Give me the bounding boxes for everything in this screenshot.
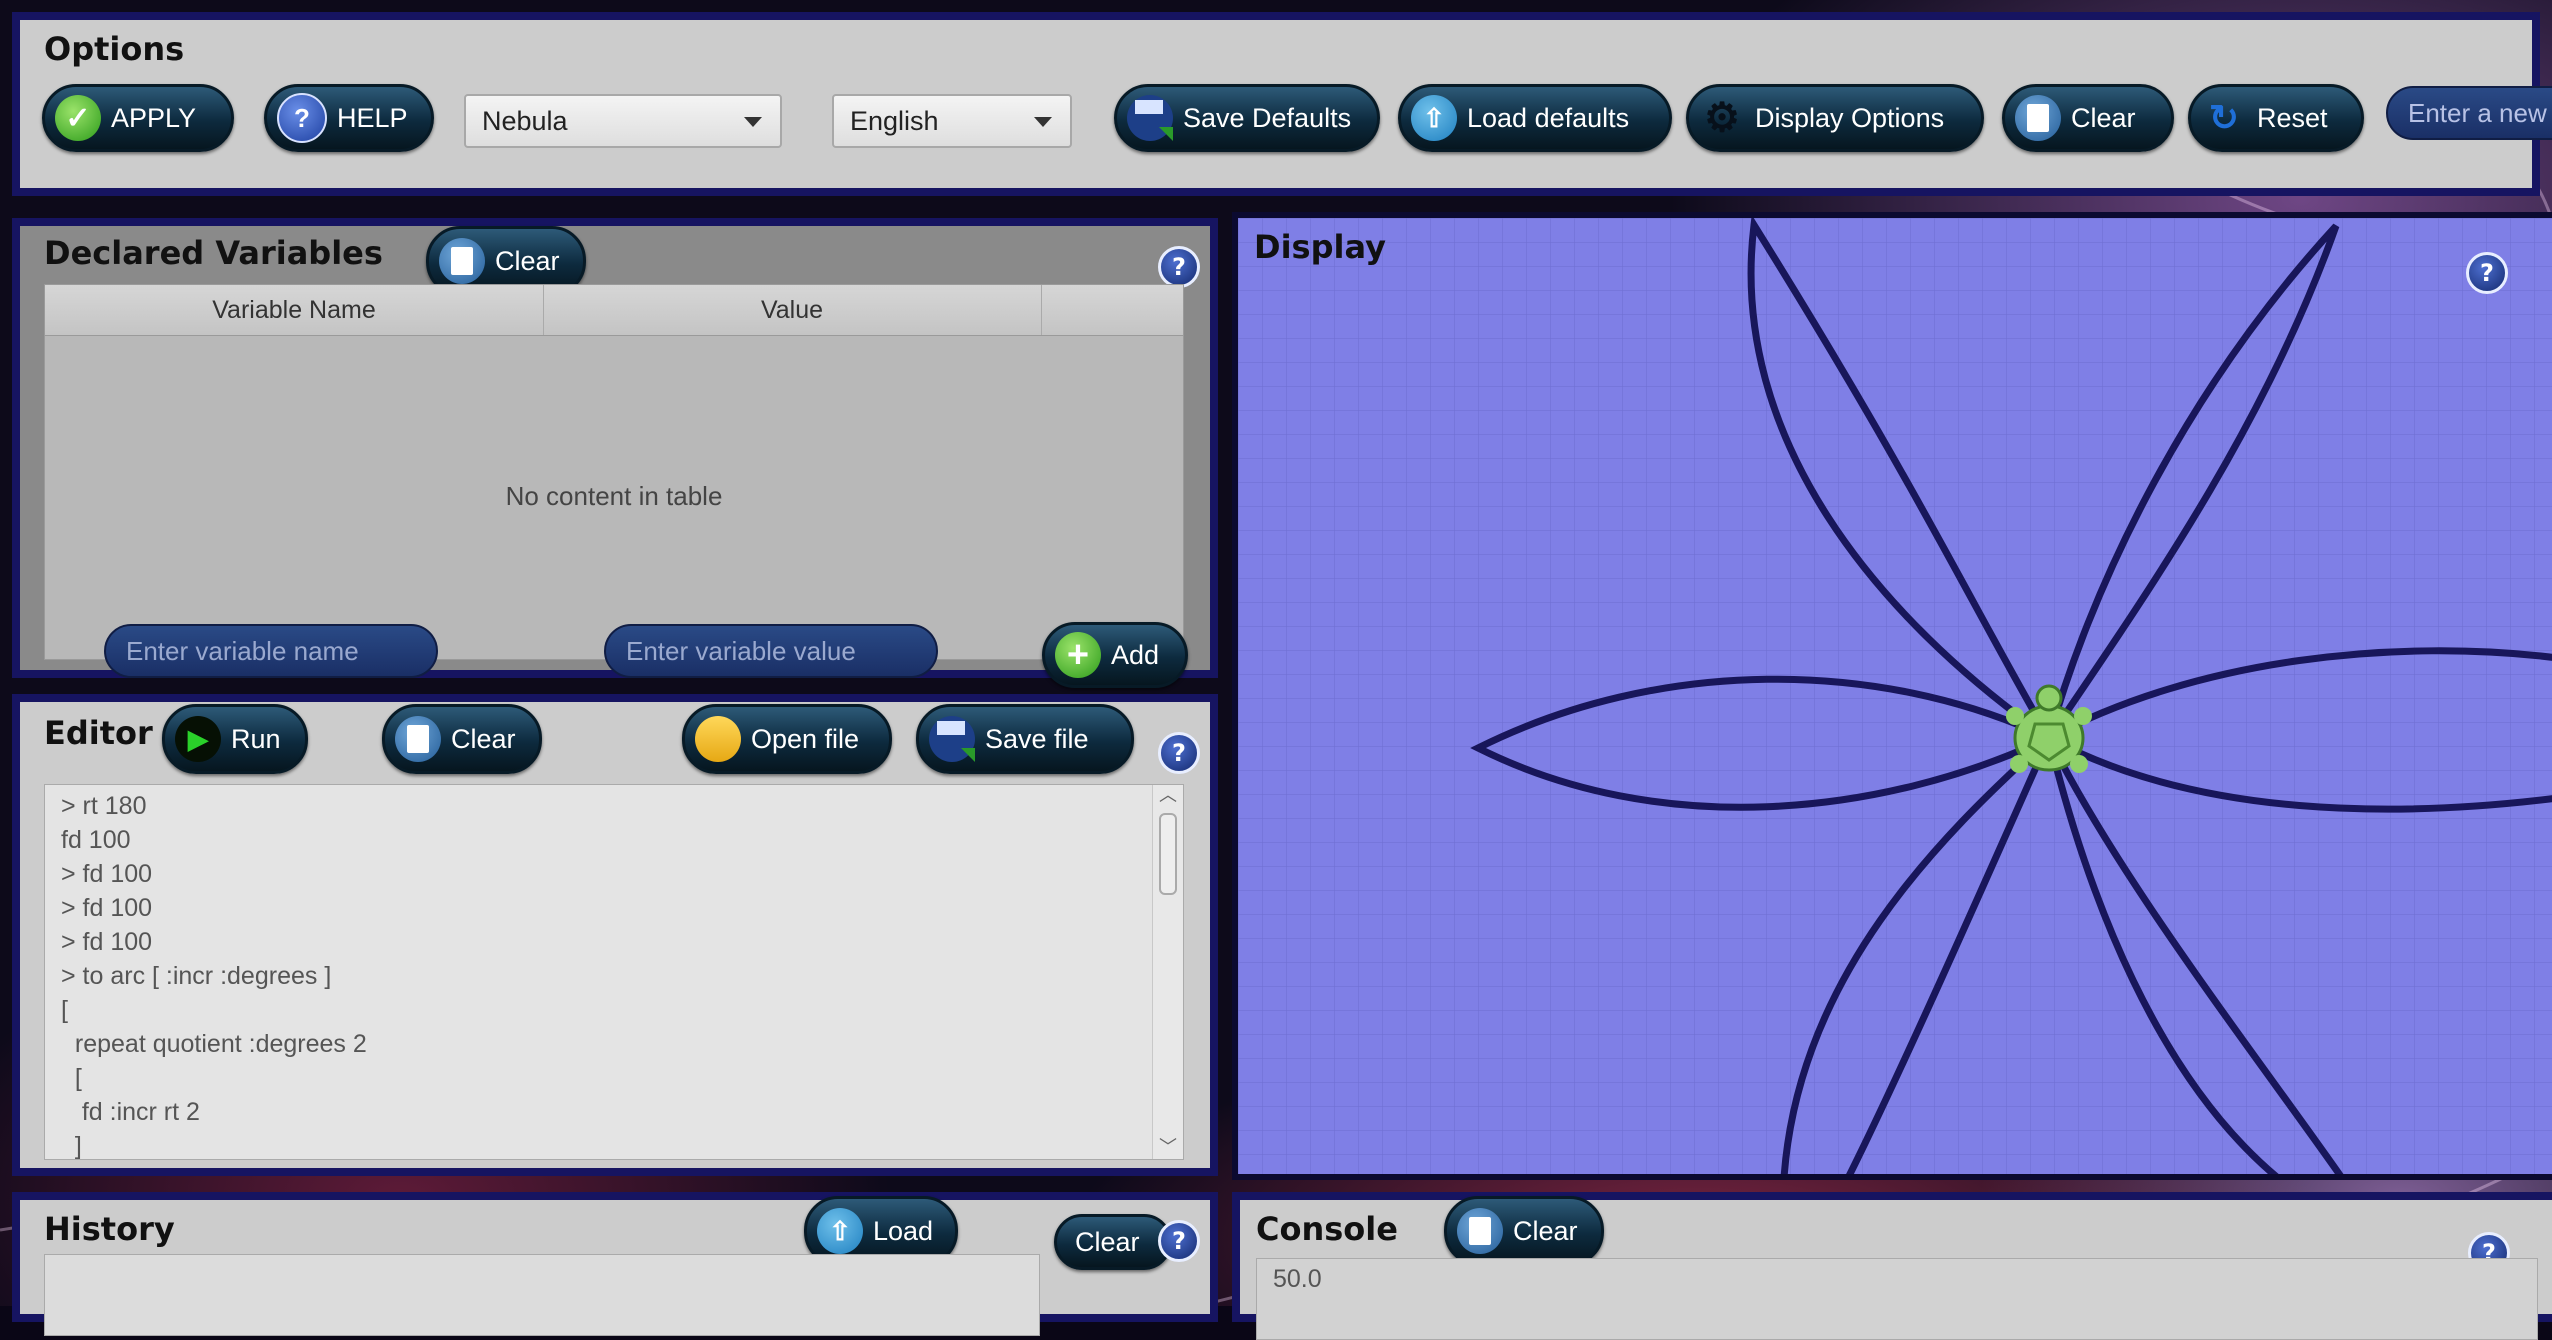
open-file-button[interactable]: Open file — [682, 704, 892, 774]
editor-line: ] — [61, 1132, 82, 1160]
help-label: HELP — [337, 102, 408, 133]
editor-lines: > rt 180 fd 100 > fd 100 > fd 100 > fd 100 > … — [61, 789, 367, 1160]
save-file-label: Save file — [985, 723, 1089, 754]
clear-options-button[interactable]: Clear — [2002, 84, 2174, 152]
console-value: 50.0 — [1273, 1265, 1322, 1293]
editor-line: fd 100 — [61, 826, 131, 854]
add-label: Add — [1111, 639, 1160, 670]
language-select[interactable]: English — [832, 94, 1072, 148]
options-title: Options — [44, 30, 185, 68]
open-file-label: Open file — [751, 723, 860, 754]
display-options-button[interactable]: ⚙ Display Options — [1686, 84, 1984, 152]
editor-panel: Editor ▶ Run Clear Open file Save file ?… — [12, 694, 1218, 1176]
variable-name-placeholder: Enter variable name — [126, 635, 359, 666]
editor-line: > fd 100 — [61, 928, 153, 956]
editor-line: fd :incr rt 2 — [61, 1098, 200, 1126]
variable-name-input[interactable]: Enter variable name — [104, 624, 438, 678]
console-output[interactable]: 50.0 — [1256, 1258, 2538, 1340]
variables-panel: Declared Variables Clear ? Variable Name… — [12, 218, 1218, 688]
reset-label: Reset — [2257, 102, 2328, 133]
console-title: Console — [1256, 1210, 1398, 1248]
play-icon: ▶ — [175, 716, 221, 762]
editor-line: [ — [61, 996, 68, 1024]
document-icon — [439, 238, 485, 284]
clear-label: Clear — [1513, 1215, 1578, 1246]
run-label: Run — [231, 723, 281, 754]
document-icon — [395, 716, 441, 762]
add-variable-button[interactable]: + Add — [1042, 622, 1188, 688]
editor-line: > rt 180 — [61, 792, 147, 820]
display-title: Display — [1254, 228, 1386, 266]
grid-background — [1238, 218, 2552, 1174]
display-panel: Display ? — [1232, 212, 2552, 1180]
save-defaults-label: Save Defaults — [1183, 102, 1352, 133]
run-button[interactable]: ▶ Run — [162, 704, 308, 774]
editor-line: repeat quotient :degrees 2 — [61, 1030, 367, 1058]
empty-table-text: No content in table — [505, 481, 723, 511]
help-button[interactable]: ? HELP — [264, 84, 434, 152]
help-icon[interactable]: ? — [1158, 1220, 1200, 1262]
clear-label: Clear — [2071, 102, 2136, 133]
editor-line: > to arc [ :incr :degrees ] — [61, 962, 332, 990]
floppy-disk-icon — [929, 716, 975, 762]
load-defaults-label: Load defaults — [1467, 102, 1630, 133]
theme-value: Nebula — [482, 105, 568, 136]
clear-label: Clear — [495, 245, 560, 276]
new-turtle-input[interactable]: Enter a new t — [2386, 86, 2552, 140]
variable-value-input[interactable]: Enter variable value — [604, 624, 938, 678]
scroll-down-arrow[interactable]: ﹀ — [1153, 1137, 1183, 1159]
console-panel: Console Clear ? 50.0 — [1232, 1192, 2552, 1340]
help-icon[interactable]: ? — [1158, 246, 1200, 288]
editor-textarea[interactable]: > rt 180 fd 100 > fd 100 > fd 100 > fd 100 > … — [44, 784, 1184, 1160]
theme-select[interactable]: Nebula — [464, 94, 782, 148]
load-label: Load — [873, 1215, 934, 1246]
upload-icon: ⇧ — [817, 1208, 863, 1254]
editor-title: Editor — [44, 714, 153, 752]
editor-line: > fd 100 — [61, 860, 153, 888]
folder-icon — [695, 716, 741, 762]
editor-scrollbar[interactable]: ︿ ﹀ — [1152, 785, 1183, 1159]
document-icon — [2015, 95, 2061, 141]
new-turtle-placeholder: Enter a new t — [2408, 97, 2552, 128]
save-file-button[interactable]: Save file — [916, 704, 1134, 774]
chevron-down-icon — [1034, 117, 1052, 127]
variable-value-placeholder: Enter variable value — [626, 635, 856, 666]
document-icon — [1457, 1208, 1503, 1254]
apply-button[interactable]: ✓ APPLY — [42, 84, 234, 152]
upload-icon: ⇧ — [1411, 95, 1457, 141]
checkmark-icon: ✓ — [55, 95, 101, 141]
editor-line: [ — [61, 1064, 82, 1092]
display-options-label: Display Options — [1755, 102, 1945, 133]
chevron-down-icon — [744, 117, 762, 127]
help-icon[interactable]: ? — [1158, 732, 1200, 774]
options-panel: Options ✓ APPLY ? HELP Nebula English Sa… — [12, 12, 2552, 196]
clear-label: Clear — [451, 723, 516, 754]
column-header-name[interactable]: Variable Name — [45, 285, 544, 335]
turtle-canvas[interactable] — [1238, 218, 2552, 1174]
variables-table: Variable Name Value No content in table — [44, 284, 1184, 660]
clear-console-button[interactable]: Clear — [1444, 1196, 1604, 1266]
column-header-value[interactable]: Value — [543, 285, 1042, 335]
editor-line: > fd 100 — [61, 894, 153, 922]
history-title: History — [44, 1210, 175, 1248]
floppy-disk-icon — [1127, 95, 1173, 141]
gear-icon: ⚙ — [1704, 96, 1740, 140]
scroll-up-arrow[interactable]: ︿ — [1153, 785, 1183, 807]
clear-history-button[interactable]: Clear — [1054, 1214, 1172, 1270]
clear-label: Clear — [1075, 1226, 1140, 1257]
reset-button[interactable]: ↻ Reset — [2188, 84, 2364, 152]
variables-title: Declared Variables — [44, 234, 383, 272]
save-defaults-button[interactable]: Save Defaults — [1114, 84, 1380, 152]
clear-editor-button[interactable]: Clear — [382, 704, 542, 774]
help-icon: ? — [277, 93, 327, 143]
history-panel: History ⇧ Load Clear ? — [12, 1192, 1218, 1336]
scrollbar-thumb[interactable] — [1159, 813, 1177, 895]
plus-icon: + — [1055, 632, 1101, 678]
load-defaults-button[interactable]: ⇧ Load defaults — [1398, 84, 1672, 152]
history-list[interactable] — [44, 1254, 1040, 1336]
language-value: English — [850, 105, 939, 136]
help-icon[interactable]: ? — [2466, 252, 2508, 294]
reset-icon: ↻ — [2208, 97, 2240, 138]
apply-label: APPLY — [111, 102, 197, 133]
